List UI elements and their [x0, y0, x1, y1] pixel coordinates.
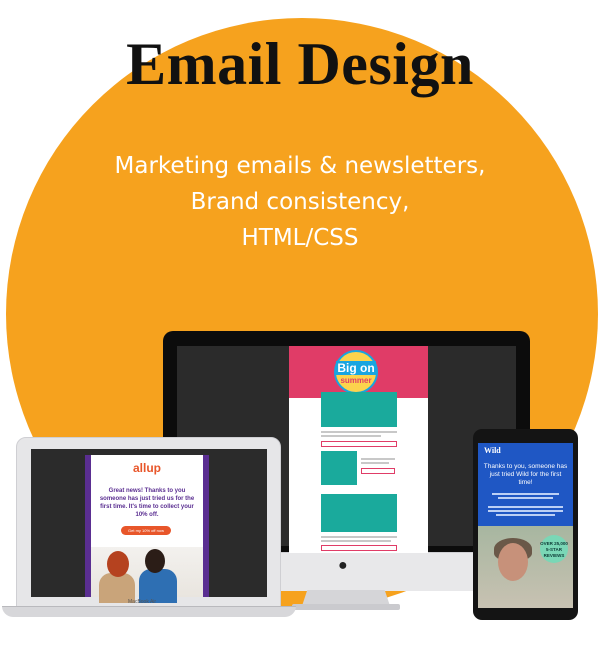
laptop-label: MacBook Air — [128, 599, 157, 605]
subtitle-line-3: HTML/CSS — [241, 225, 359, 251]
laptop-base — [2, 606, 296, 617]
summer-badge: Big on summer — [334, 350, 378, 394]
tablet-email-text-line — [488, 506, 563, 508]
badge-top-text: Big on — [336, 361, 376, 375]
monitor-email-button — [321, 545, 397, 551]
photo-person-right-body — [139, 569, 177, 603]
reviews-sticker: OVER 25,000 5-STAR REVIEWS — [540, 535, 568, 563]
monitor-email-button — [361, 468, 395, 474]
monitor-email-text-line — [321, 431, 397, 433]
subtitle-line-2: Brand consistency, — [190, 189, 410, 215]
tablet-email-text-line — [496, 514, 555, 516]
monitor-email-text-line — [361, 458, 395, 460]
monitor-stand-base — [292, 604, 400, 610]
monitor-email-text-line — [321, 435, 381, 437]
photo-person-right-head — [145, 549, 165, 573]
photo-person-left-head — [107, 551, 129, 577]
page-title: Email Design — [126, 31, 474, 97]
tablet-email-message: Thanks to you, someone has just tried Wi… — [483, 463, 568, 486]
laptop-email-message: Great news! Thanks to you someone has ju… — [99, 488, 195, 518]
laptop-email-cta-button: Get my 10% off now — [121, 526, 171, 535]
monitor-email-text-line — [321, 536, 397, 538]
monitor-email-text-line — [361, 462, 389, 464]
subtitle-line-1: Marketing emails & newsletters, — [114, 153, 486, 179]
badge-bottom-text: summer — [340, 376, 372, 385]
wild-logo: Wild — [484, 446, 501, 455]
monitor-email-block-1 — [321, 392, 397, 427]
monitor-email-preview: Big on summer — [289, 346, 428, 553]
subtitle: Marketing emails & newsletters, Brand co… — [0, 148, 600, 256]
monitor-email-button — [321, 441, 397, 447]
tablet-email-text-line — [488, 510, 563, 512]
monitor-email-block-2 — [321, 451, 357, 485]
apple-logo-icon: ● — [338, 557, 348, 574]
allup-logo: allup — [132, 461, 161, 475]
monitor-email-text-line — [321, 540, 391, 542]
monitor-email-block-3 — [321, 494, 397, 532]
tablet-email-text-line — [492, 493, 559, 495]
monitor-email-header: Big on summer — [289, 346, 428, 398]
photo-person-face — [498, 543, 528, 581]
tablet-email-preview: Wild Thanks to you, someone has just tri… — [478, 443, 573, 608]
tablet-email-text-line — [498, 497, 553, 499]
